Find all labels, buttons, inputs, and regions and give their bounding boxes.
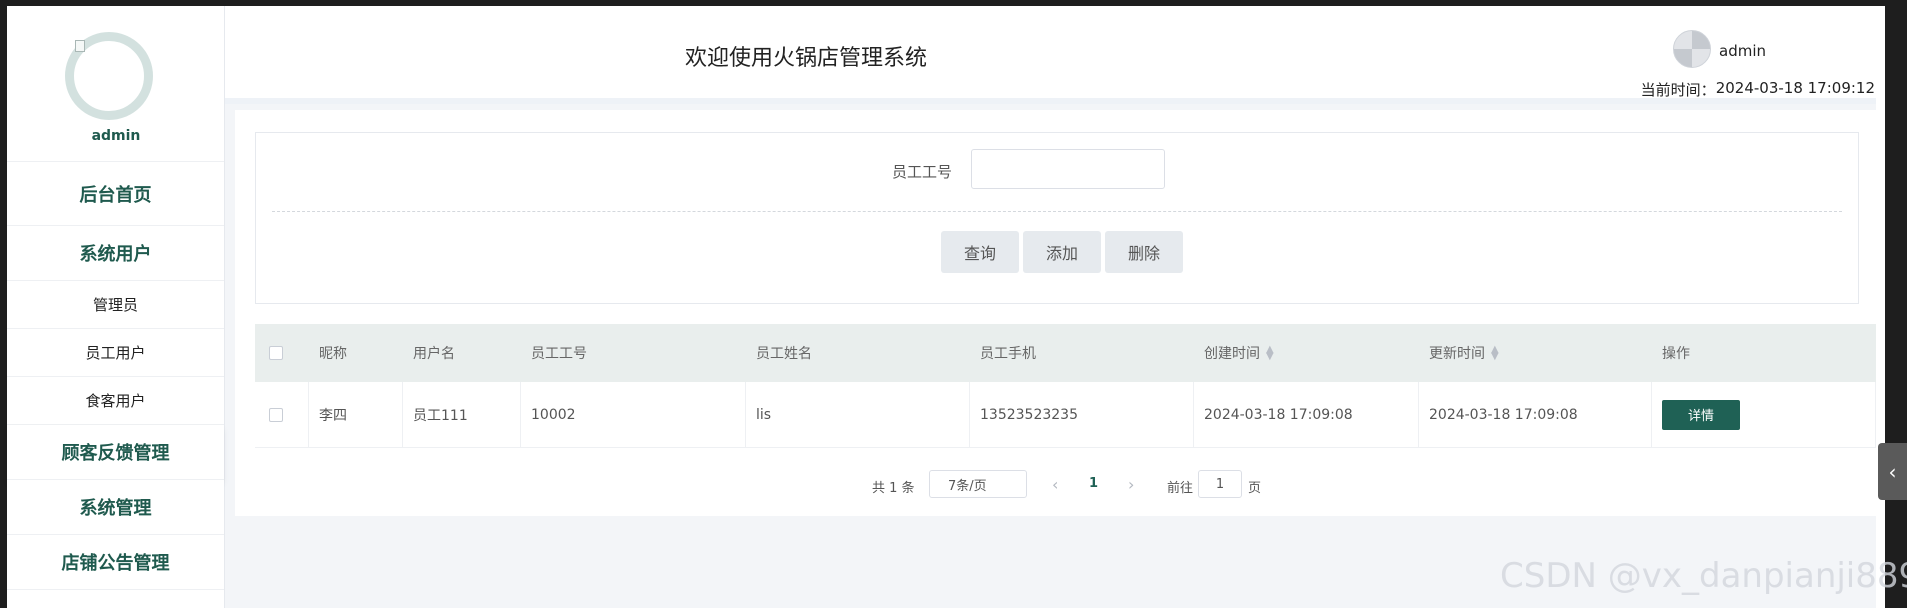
col-updated[interactable]: 更新时间 ▲ ▼ <box>1419 324 1652 382</box>
cell-actions: 详情 <box>1652 382 1876 447</box>
delete-button[interactable]: 删除 <box>1105 231 1183 273</box>
page-title: 欢迎使用火锅店管理系统 <box>685 46 928 71</box>
col-updated-label: 更新时间 <box>1429 346 1485 362</box>
select-all-checkbox[interactable] <box>269 346 283 360</box>
sidebar-profile: admin <box>7 6 224 162</box>
staff-no-input[interactable] <box>971 149 1165 189</box>
row-checkbox[interactable] <box>269 407 283 422</box>
add-button[interactable]: 添加 <box>1023 231 1101 273</box>
sort-icon[interactable]: ▲ ▼ <box>1491 345 1499 362</box>
select-all-cell <box>255 324 309 382</box>
query-button[interactable]: 查询 <box>941 231 1019 273</box>
sidebar-item-feedback[interactable]: 顾客反馈管理 <box>7 425 224 480</box>
sidebar-subitem-diner[interactable]: 食客用户 <box>7 377 224 425</box>
user-avatar-icon[interactable] <box>1673 30 1711 68</box>
prev-page-icon[interactable]: ‹ <box>1052 475 1058 494</box>
col-nickname: 昵称 <box>319 346 347 362</box>
cell-phone: 13523523235 <box>970 382 1194 447</box>
sidebar-subitem-staff[interactable]: 员工用户 <box>7 329 224 377</box>
page-number-current[interactable]: 1 <box>1089 476 1098 491</box>
pagination-total: 共 1 条 <box>872 481 915 496</box>
cell-staff-no: 10002 <box>521 382 746 447</box>
sidebar-item-notice-manage[interactable]: 店铺公告管理 <box>7 535 224 590</box>
row-select-cell <box>255 382 309 447</box>
staff-table: 昵称 用户名 员工工号 员工姓名 员工手机 创建时间 ▲ ▼ 更新时间 ▲ ▼ 操作… <box>255 324 1876 448</box>
col-staff-name: 员工姓名 <box>756 346 812 362</box>
goto-label: 前往 <box>1167 481 1194 496</box>
cell-created: 2024-03-18 17:09:08 <box>1194 382 1419 447</box>
sidebar: admin 后台首页 系统用户 管理员 员工用户 食客用户 顾客反馈管理 系统管… <box>7 6 225 608</box>
page-size-select[interactable]: 7条/页 <box>929 470 1027 498</box>
sidebar-submenu-users: 管理员 员工用户 食客用户 <box>7 281 224 425</box>
sidebar-item-system-users[interactable]: 系统用户 <box>7 226 224 281</box>
cell-staff-name: lis <box>746 382 970 447</box>
cell-updated: 2024-03-18 17:09:08 <box>1419 382 1652 447</box>
broken-image-icon <box>75 40 85 52</box>
sidebar-subitem-admin[interactable]: 管理员 <box>7 281 224 329</box>
staff-no-label: 员工工号 <box>892 163 953 181</box>
current-time: 当前时间： 2024-03-18 17:09:12 <box>1641 79 1875 100</box>
watermark: CSDN @vx_danpianji889 <box>1500 556 1907 596</box>
col-phone: 员工手机 <box>980 346 1036 362</box>
app-window: admin 后台首页 系统用户 管理员 员工用户 食客用户 顾客反馈管理 系统管… <box>7 6 1885 608</box>
scrollbar[interactable] <box>1876 82 1885 608</box>
top-header: 欢迎使用火锅店管理系统 admin 当前时间： 2024-03-18 17:09… <box>225 6 1885 104</box>
sort-icon[interactable]: ▲ ▼ <box>1266 345 1274 362</box>
col-username: 用户名 <box>413 346 455 362</box>
search-form: 员工工号 查询 添加 删除 <box>255 132 1859 304</box>
table-row: 李四 员工111 10002 lis 13523523235 2024-03-1… <box>255 382 1876 448</box>
main-panel: 员工工号 查询 添加 删除 昵称 用户名 员工工号 员工姓名 员工手机 创建时间… <box>235 110 1876 516</box>
cell-nickname: 李四 <box>309 382 403 447</box>
current-time-label: 当前时间： <box>1640 81 1716 99</box>
col-actions: 操作 <box>1662 346 1690 362</box>
goto-unit: 页 <box>1248 481 1262 496</box>
col-created[interactable]: 创建时间 ▲ ▼ <box>1194 324 1419 382</box>
form-divider <box>272 211 1842 212</box>
next-page-icon[interactable]: › <box>1128 475 1134 494</box>
sidebar-item-home[interactable]: 后台首页 <box>7 162 224 226</box>
col-created-label: 创建时间 <box>1204 346 1260 362</box>
cell-username: 员工111 <box>403 382 521 447</box>
pagination: 共 1 条 7条/页 ‹ 1 › 前往 1 页 <box>235 470 1876 500</box>
collapse-panel-icon[interactable]: ‹ <box>1878 443 1907 500</box>
detail-button[interactable]: 详情 <box>1662 399 1740 430</box>
current-time-value: 2024-03-18 17:09:12 <box>1715 79 1875 97</box>
col-staff-no: 员工工号 <box>531 346 587 362</box>
header-username[interactable]: admin <box>1719 42 1766 60</box>
profile-name: admin <box>91 128 141 144</box>
goto-page-input[interactable]: 1 <box>1198 470 1242 498</box>
table-header: 昵称 用户名 员工工号 员工姓名 员工手机 创建时间 ▲ ▼ 更新时间 ▲ ▼ 操作 <box>255 324 1876 382</box>
sidebar-item-system-manage[interactable]: 系统管理 <box>7 480 224 535</box>
